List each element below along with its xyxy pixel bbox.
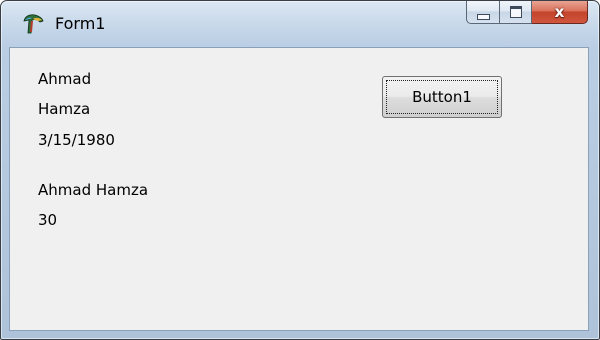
maximize-icon — [509, 6, 522, 18]
label-age: 30 — [38, 211, 58, 229]
title-bar[interactable]: Form1 x — [1, 1, 599, 47]
form-client-area: Ahmad Hamza 3/15/1980 Ahmad Hamza 30 But… — [9, 47, 589, 331]
label-first-name: Ahmad — [38, 70, 92, 88]
close-button[interactable]: x — [532, 1, 588, 24]
button1[interactable]: Button1 — [382, 76, 502, 118]
minimize-button[interactable] — [466, 1, 500, 24]
button1-label: Button1 — [386, 80, 498, 114]
minimize-icon — [476, 13, 490, 20]
label-full-name: Ahmad Hamza — [38, 181, 149, 199]
caption-buttons: x — [466, 1, 588, 25]
label-last-name: Hamza — [38, 100, 91, 118]
form1-window: Form1 x Ahmad Hamza 3/15/1980 Ahmad Hamz… — [0, 0, 600, 340]
delphi-app-icon[interactable] — [21, 12, 45, 36]
close-icon: x — [554, 2, 565, 21]
label-birth-date: 3/15/1980 — [38, 131, 115, 149]
window-title: Form1 — [55, 14, 106, 33]
maximize-button[interactable] — [500, 1, 532, 24]
